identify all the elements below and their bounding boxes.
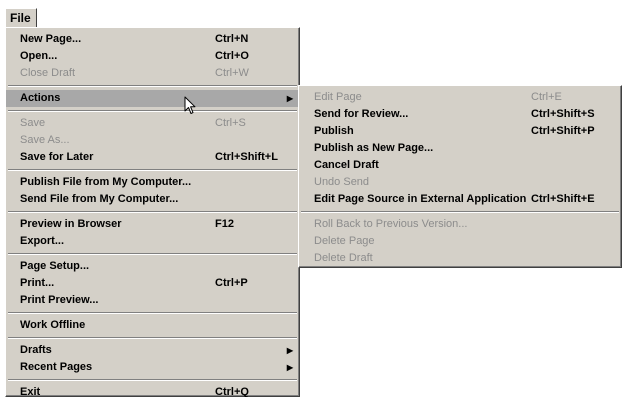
menu-separator xyxy=(8,337,297,339)
file-menu: New Page... Ctrl+N Open... Ctrl+O Close … xyxy=(5,27,300,397)
menu-item-label: Send File from My Computer... xyxy=(20,193,179,205)
menu-item-label: New Page... xyxy=(20,33,82,45)
menu-item-label: Exit xyxy=(20,386,41,397)
menu-item-send-file[interactable]: Send File from My Computer... xyxy=(6,191,299,208)
menu-item-new-page[interactable]: New Page... Ctrl+N xyxy=(6,31,299,48)
menu-item-label: Save for Later xyxy=(20,151,94,163)
menu-item-shortcut: Ctrl+Shift+S xyxy=(531,108,595,120)
menu-item-work-offline[interactable]: Work Offline xyxy=(6,317,299,334)
mouse-pointer-icon xyxy=(184,96,196,114)
submenu-item-edit-page-source[interactable]: Edit Page Source in External Application… xyxy=(299,191,621,208)
menu-item-save: Save Ctrl+S xyxy=(6,115,299,132)
menu-item-shortcut: Ctrl+Q xyxy=(215,386,249,397)
screen: File New Page... Ctrl+N Open... Ctrl+O C… xyxy=(0,0,622,397)
submenu-item-publish-as-new-page[interactable]: Publish as New Page... xyxy=(299,140,621,157)
menu-item-label: Delete Draft xyxy=(314,252,373,264)
menu-separator xyxy=(8,169,297,171)
submenu-item-send-for-review[interactable]: Send for Review... Ctrl+Shift+S xyxy=(299,106,621,123)
submenu-item-undo-send: Undo Send xyxy=(299,174,621,191)
menu-item-label: Publish as New Page... xyxy=(314,142,434,154)
menu-item-label: Export... xyxy=(20,235,65,247)
menu-item-shortcut: Ctrl+O xyxy=(215,50,249,62)
file-menu-title[interactable]: File xyxy=(5,8,37,28)
menu-item-label: Page Setup... xyxy=(20,260,90,272)
menu-item-close-draft: Close Draft Ctrl+W xyxy=(6,65,299,82)
menu-item-label: Recent Pages xyxy=(20,361,93,373)
submenu-item-edit-page: Edit Page Ctrl+E xyxy=(299,89,621,106)
menu-item-label: Send for Review... xyxy=(314,108,409,120)
menu-item-label: Open... xyxy=(20,50,58,62)
menu-separator xyxy=(301,211,619,213)
menu-item-shortcut: Ctrl+Shift+P xyxy=(531,125,595,137)
menu-item-shortcut: Ctrl+N xyxy=(215,33,249,45)
submenu-item-roll-back: Roll Back to Previous Version... xyxy=(299,216,621,233)
menu-item-shortcut: Ctrl+Shift+E xyxy=(531,193,595,205)
menu-separator xyxy=(8,211,297,213)
menu-item-save-as: Save As... xyxy=(6,132,299,149)
menu-item-label: Close Draft xyxy=(20,67,76,79)
menu-item-label: Print... xyxy=(20,277,55,289)
menu-item-label: Publish File from My Computer... xyxy=(20,176,192,188)
menu-item-page-setup[interactable]: Page Setup... xyxy=(6,258,299,275)
menu-item-save-for-later[interactable]: Save for Later Ctrl+Shift+L xyxy=(6,149,299,166)
menu-item-label: Delete Page xyxy=(314,235,375,247)
menu-item-exit[interactable]: Exit Ctrl+Q xyxy=(6,384,299,397)
menu-item-print-preview[interactable]: Print Preview... xyxy=(6,292,299,309)
actions-submenu: Edit Page Ctrl+E Send for Review... Ctrl… xyxy=(298,85,622,268)
submenu-item-cancel-draft[interactable]: Cancel Draft xyxy=(299,157,621,174)
submenu-arrow-icon: ▶ xyxy=(286,94,293,103)
menu-item-label: Edit Page Source in External Application xyxy=(314,193,527,205)
menu-separator xyxy=(8,253,297,255)
menu-item-shortcut: Ctrl+P xyxy=(215,277,248,289)
menu-item-shortcut: Ctrl+S xyxy=(215,117,246,129)
menu-item-label: Edit Page xyxy=(314,91,362,103)
menu-item-print[interactable]: Print... Ctrl+P xyxy=(6,275,299,292)
menu-item-label: Publish xyxy=(314,125,354,137)
submenu-arrow-icon: ▶ xyxy=(286,363,293,372)
menu-item-preview-in-browser[interactable]: Preview in Browser F12 xyxy=(6,216,299,233)
menu-item-label: Actions xyxy=(20,92,61,104)
menu-item-label: Save xyxy=(20,117,46,129)
menu-item-recent-pages[interactable]: Recent Pages ▶ xyxy=(6,359,299,376)
menu-separator xyxy=(8,312,297,314)
menu-item-drafts[interactable]: Drafts ▶ xyxy=(6,342,299,359)
menu-separator xyxy=(8,110,297,112)
menu-item-export[interactable]: Export... xyxy=(6,233,299,250)
menu-separator xyxy=(8,379,297,381)
submenu-item-publish[interactable]: Publish Ctrl+Shift+P xyxy=(299,123,621,140)
menu-item-label: Cancel Draft xyxy=(314,159,379,171)
menu-item-shortcut: F12 xyxy=(215,218,234,230)
menu-item-label: Save As... xyxy=(20,134,70,146)
submenu-item-delete-draft: Delete Draft xyxy=(299,250,621,267)
submenu-arrow-icon: ▶ xyxy=(286,346,293,355)
menu-item-label: Work Offline xyxy=(20,319,86,331)
menu-item-publish-file[interactable]: Publish File from My Computer... xyxy=(6,174,299,191)
menu-item-label: Drafts xyxy=(20,344,52,356)
menu-item-open[interactable]: Open... Ctrl+O xyxy=(6,48,299,65)
menu-item-shortcut: Ctrl+W xyxy=(215,67,249,79)
file-menu-title-label: File xyxy=(10,11,31,25)
menu-item-label: Print Preview... xyxy=(20,294,99,306)
menu-item-label: Roll Back to Previous Version... xyxy=(314,218,468,230)
menu-item-shortcut: Ctrl+Shift+L xyxy=(215,151,278,163)
menu-separator xyxy=(8,85,297,87)
menu-item-label: Preview in Browser xyxy=(20,218,122,230)
submenu-item-delete-page: Delete Page xyxy=(299,233,621,250)
menu-item-shortcut: Ctrl+E xyxy=(531,91,562,103)
menu-item-actions[interactable]: Actions ▶ xyxy=(6,90,299,107)
menu-item-label: Undo Send xyxy=(314,176,370,188)
